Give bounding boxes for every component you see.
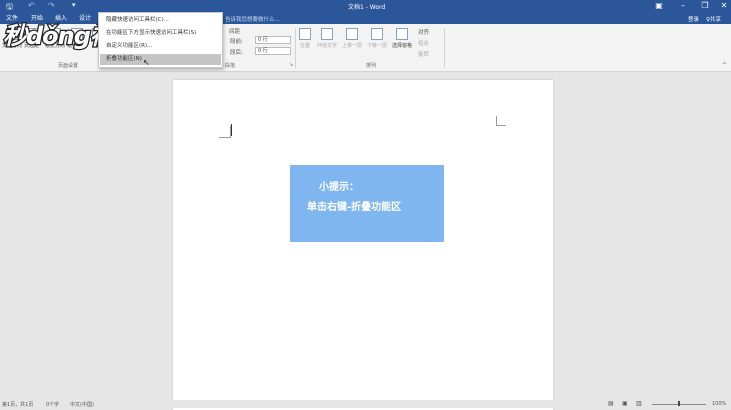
tip-box: 小提示： 单击右键-折叠功能区 <box>290 165 444 242</box>
spacing-after-label: 段后: <box>230 50 243 56</box>
menu-item-show-quick-access-below[interactable]: 在功能区下方显示快速访问工具栏(S) <box>100 28 221 39</box>
sign-in-link[interactable]: 登录 <box>688 15 699 23</box>
align-button[interactable]: 对齐 <box>418 28 429 36</box>
tip-text: 单击右键-折叠功能区 <box>307 202 402 213</box>
rotate-button[interactable]: 旋转 <box>418 50 429 58</box>
group-divider <box>295 28 296 68</box>
word-count[interactable]: 0个字 <box>46 401 59 408</box>
text-cursor <box>231 124 232 136</box>
spacing-before-label: 段前: <box>230 39 243 45</box>
arrange-group-label: 排列 <box>366 63 377 69</box>
bring-forward-button[interactable]: 上移一层 <box>342 28 362 49</box>
margin-corner-top-right <box>496 116 506 126</box>
redo-icon[interactable]: ↷ <box>48 1 55 10</box>
context-menu: 隐藏快速访问工具栏(C)... 在功能区下方显示快速访问工具栏(S) 自定义功能… <box>98 12 223 68</box>
ribbon-display-options-icon[interactable]: ▣ <box>648 0 670 12</box>
read-mode-icon[interactable]: ▤ <box>608 400 614 407</box>
title-bar: 🖫 ↶ ↷ ▾ 文档1 - Word ▣ – ❐ ✕ <box>0 0 731 12</box>
print-layout-icon[interactable]: ▣ <box>622 400 628 407</box>
mouse-cursor-icon: ↖ <box>143 58 150 67</box>
tip-title: 小提示： <box>319 182 359 193</box>
spacing-after-input[interactable]: 0 行 <box>255 47 291 55</box>
spacing-before-input[interactable]: 0 行 <box>255 36 291 44</box>
bring-forward-icon <box>346 28 358 40</box>
menu-item-hide-quick-access[interactable]: 隐藏快速访问工具栏(C)... <box>100 15 221 26</box>
menu-item-collapse-ribbon[interactable]: 折叠功能区(N) <box>100 54 221 65</box>
close-icon[interactable]: ✕ <box>713 0 731 12</box>
spacing-heading: 间距 <box>229 29 241 35</box>
document-title: 文档1 - Word <box>348 4 386 11</box>
language-indicator[interactable]: 中文(中国) <box>70 401 94 408</box>
minimize-icon[interactable]: – <box>672 0 694 12</box>
position-icon <box>299 28 311 40</box>
send-backward-icon <box>371 28 383 40</box>
group-objects-button[interactable]: 组合 <box>418 39 429 47</box>
paragraph-launcher-icon[interactable]: ↘ <box>289 62 293 68</box>
page-count[interactable]: 第1页，共1页 <box>2 401 33 408</box>
web-layout-icon[interactable]: ▥ <box>636 400 642 407</box>
customize-qat-icon[interactable]: ▾ <box>72 1 76 9</box>
menu-item-customize-ribbon[interactable]: 自定义功能区(R)... <box>100 41 221 52</box>
collapse-ribbon-icon[interactable]: ^ <box>722 62 727 69</box>
share-button[interactable]: ♀共享 <box>706 15 721 23</box>
margin-corner-top-left <box>219 126 231 138</box>
selection-pane-icon <box>396 28 408 40</box>
document-page[interactable] <box>173 80 553 410</box>
wrap-text-button[interactable]: 环绕文字 <box>317 28 337 49</box>
zoom-slider-thumb[interactable] <box>678 401 680 406</box>
send-backward-button[interactable]: 下移一层 <box>367 28 387 49</box>
undo-icon[interactable]: ↶ <box>28 1 35 10</box>
zoom-level[interactable]: 100% <box>712 401 726 407</box>
page-setup-group-label: 页面设置 <box>58 63 79 69</box>
selection-pane-button[interactable]: 选择窗格 <box>392 28 412 49</box>
paragraph-group-label: 段落 <box>225 63 236 69</box>
position-button[interactable]: 位置 <box>299 28 311 49</box>
tell-me-box[interactable]: 告诉我您想要做什么... <box>225 15 280 23</box>
wrap-text-icon <box>321 28 333 40</box>
status-bar: 第1页，共1页 0个字 中文(中国) ▤ ▣ ▥ 100% <box>0 400 731 408</box>
group-divider <box>444 28 445 68</box>
